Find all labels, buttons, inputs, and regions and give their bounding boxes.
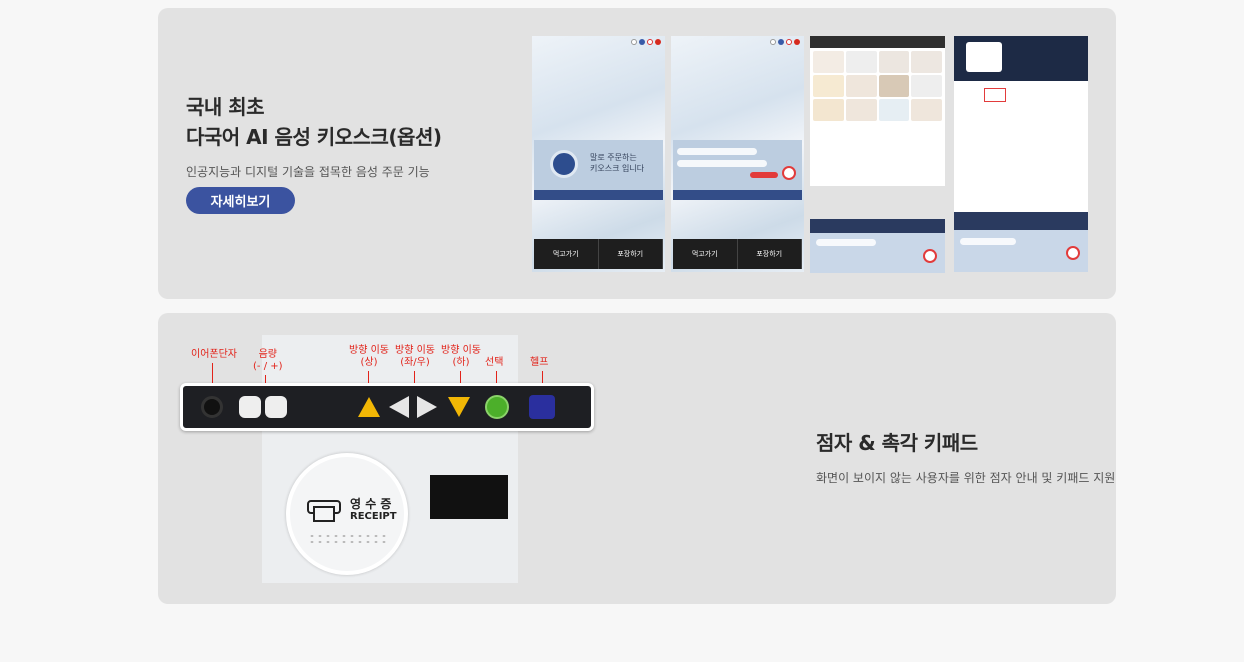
order-type-bar: 먹고가기 포장하기	[673, 239, 802, 269]
robot-assistant-icon	[550, 150, 578, 178]
detail-voice-bar	[954, 212, 1088, 272]
cart-summary-bar	[954, 212, 1088, 230]
feature-title: 국내 최초 다국어 AI 음성 키오스크(옵션)	[186, 92, 442, 152]
feature-title-line2: 다국어 AI 음성 키오스크(옵션)	[186, 125, 442, 149]
receipt-label-english: RECEIPT	[350, 511, 397, 522]
dine-in-button[interactable]: 먹고가기	[673, 239, 738, 269]
menu-item-grid	[810, 48, 945, 124]
braille-dots	[308, 533, 388, 543]
volume-up-button[interactable]	[265, 396, 287, 418]
language-flags-icon	[631, 39, 661, 45]
receipt-label-korean: 영 수 증	[350, 497, 392, 511]
microphone-icon	[1066, 246, 1080, 260]
menu-voice-bar	[810, 219, 945, 273]
feature-description: 화면이 보이지 않는 사용자를 위한 점자 안내 및 키패드 지원	[816, 471, 1116, 485]
feature-description: 인공지능과 디지털 기술을 접목한 음성 주문 기능	[186, 165, 430, 179]
takeout-button[interactable]: 포장하기	[599, 239, 663, 269]
product-header	[954, 36, 1088, 81]
view-details-button[interactable]: 자세히보기	[186, 187, 295, 214]
arrow-left-icon[interactable]	[387, 395, 411, 419]
kiosk-screen-voice-intro: 말로 주문하는 키오스크 입니다 먹고가기 포장하기	[532, 36, 665, 272]
keypad-illustration: 이어폰단자 음량 (- / +) 방향 이동 (상) 방향 이동 (좌/우) 방…	[158, 313, 618, 604]
braille-receipt-closeup: 영 수 증 RECEIPT	[286, 453, 408, 575]
dine-in-button[interactable]: 먹고가기	[534, 239, 599, 269]
kiosk-screen-voice-chat: 먹고가기 포장하기	[671, 36, 804, 272]
feature-title: 점자 & 촉각 키패드	[816, 431, 978, 455]
coffee-cup-icon	[966, 42, 1002, 72]
order-type-bar: 먹고가기 포장하기	[534, 239, 663, 269]
takeout-button[interactable]: 포장하기	[738, 239, 802, 269]
select-label: 선택	[485, 357, 504, 368]
earphone-label: 이어폰단자	[191, 349, 237, 360]
cart-summary-bar	[810, 219, 945, 233]
arrow-down-icon[interactable]	[447, 395, 471, 419]
option-selector[interactable]	[984, 88, 1006, 102]
feature-title-line1: 국내 최초	[186, 95, 265, 119]
chat-bubble	[816, 239, 876, 246]
kiosk-product-detail-screen	[954, 36, 1088, 272]
microphone-icon	[782, 166, 796, 180]
language-flags-icon	[770, 39, 800, 45]
chat-bubble	[960, 238, 1016, 245]
earphone-jack-icon[interactable]	[201, 396, 223, 418]
listening-badge	[750, 172, 778, 178]
microphone-icon	[923, 249, 937, 263]
arrow-up-icon[interactable]	[357, 395, 381, 419]
chat-bubble	[677, 148, 757, 155]
kiosk-info-bar	[534, 190, 663, 200]
voice-prompt-text: 말로 주문하는 키오스크 입니다	[590, 153, 645, 173]
tactile-keypad	[180, 383, 594, 431]
chat-bubble	[677, 160, 767, 167]
voice-chat-panel	[673, 140, 802, 190]
help-label: 헬프	[530, 357, 549, 368]
direction-left-right-label: 방향 이동 (좌/우)	[395, 345, 435, 368]
volume-down-button[interactable]	[239, 396, 261, 418]
direction-down-label: 방향 이동 (하)	[441, 345, 481, 368]
receipt-printer-icon	[307, 500, 341, 522]
select-button[interactable]	[485, 395, 509, 419]
volume-label: 음량 (- / +)	[253, 349, 283, 372]
direction-up-label: 방향 이동 (상)	[349, 345, 389, 368]
menu-category-tabs	[810, 36, 945, 48]
help-button[interactable]	[529, 395, 555, 419]
card-reader-screen	[430, 475, 508, 519]
arrow-right-icon[interactable]	[415, 395, 439, 419]
braille-keypad-card: 이어폰단자 음량 (- / +) 방향 이동 (상) 방향 이동 (좌/우) 방…	[158, 313, 1116, 604]
kiosk-info-bar	[673, 190, 802, 200]
voice-prompt-panel: 말로 주문하는 키오스크 입니다	[534, 140, 663, 190]
kiosk-menu-screen	[810, 36, 945, 186]
ai-voice-kiosk-card: 국내 최초 다국어 AI 음성 키오스크(옵션) 인공지능과 디지털 기술을 접…	[158, 8, 1116, 299]
